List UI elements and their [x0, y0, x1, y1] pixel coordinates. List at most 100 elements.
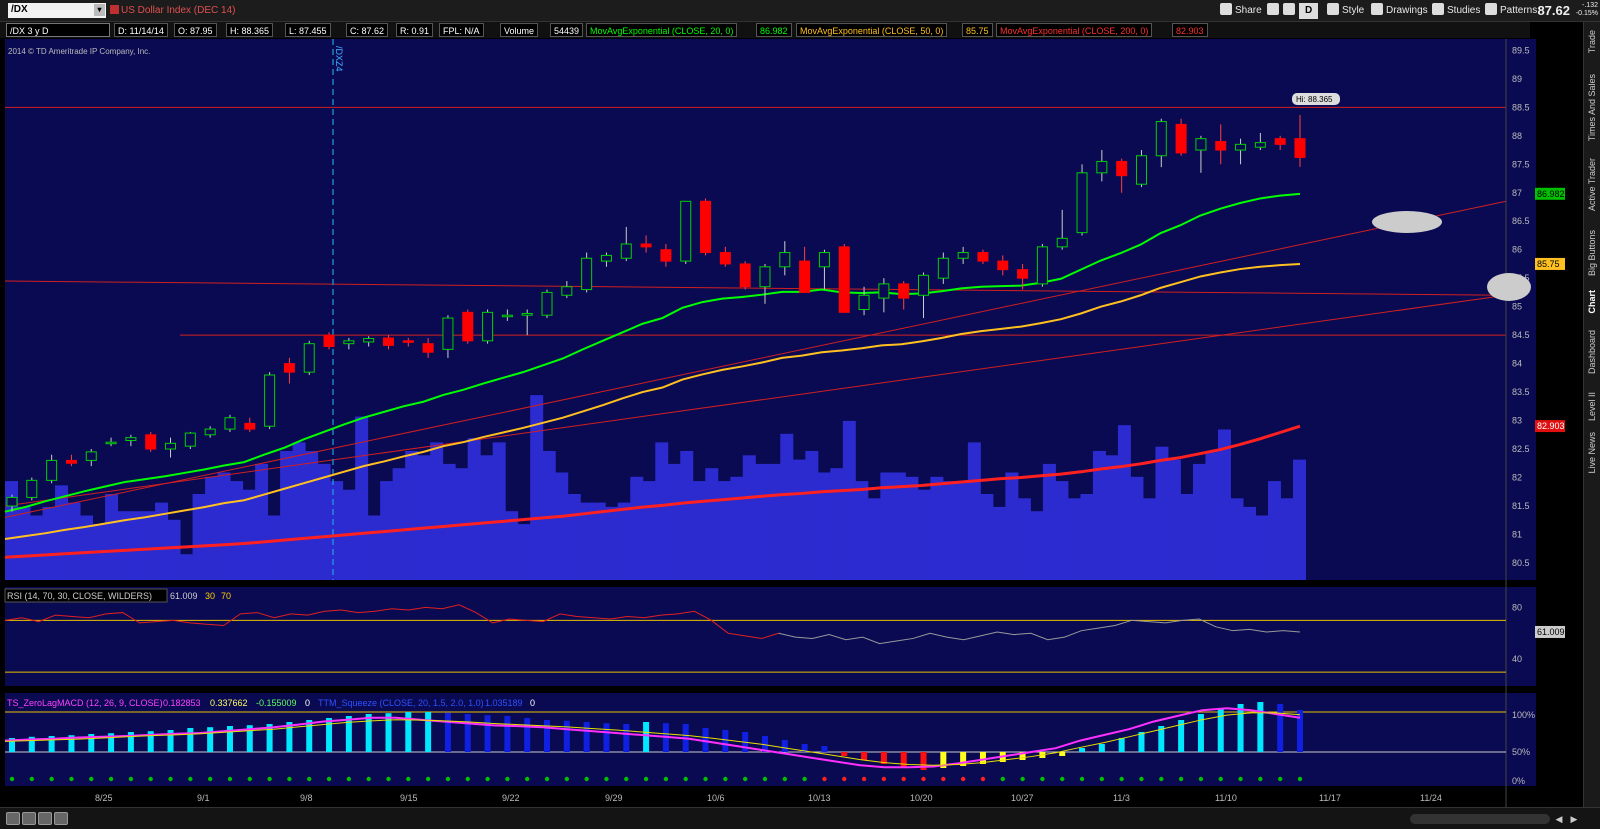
squeeze-dot: [822, 776, 827, 782]
candle-body: [264, 374, 276, 427]
zoom-out-icon[interactable]: [22, 812, 36, 825]
rsi-value: 61.009: [170, 591, 198, 601]
volume-bar: [730, 476, 744, 580]
volume-bar: [967, 442, 981, 580]
candle-body: [739, 263, 751, 288]
volume-bar: [992, 506, 1006, 580]
tab-trade[interactable]: Trade: [1587, 30, 1597, 53]
patterns-button[interactable]: Patterns: [1485, 3, 1537, 19]
drawings-button[interactable]: Drawings: [1371, 3, 1428, 19]
candle-body: [997, 260, 1009, 271]
squeeze-histogram-bar: [385, 713, 392, 752]
volume-bar: [230, 481, 244, 580]
squeeze-histogram-bar: [207, 727, 214, 752]
share-button[interactable]: Share: [1220, 3, 1262, 19]
squeeze-dot: [346, 776, 352, 782]
candle-body: [600, 254, 612, 262]
squeeze-dot: [366, 776, 371, 782]
squeeze-histogram-bar: [1138, 732, 1145, 752]
volume-bar: [980, 494, 994, 580]
tab-big-buttons[interactable]: Big Buttons: [1587, 230, 1597, 276]
volume-bar: [742, 455, 756, 580]
tab-chart[interactable]: Chart: [1587, 290, 1597, 314]
right-tab-strip: Trade Times And Sales Active Trader Big …: [1583, 22, 1600, 807]
candle-body: [977, 252, 989, 262]
crosshair-button[interactable]: [1267, 3, 1282, 19]
squeeze-dot: [1218, 776, 1223, 782]
highlight-ellipse: [1372, 211, 1442, 233]
candle-body: [1155, 121, 1167, 157]
price-tick-label: 84.5: [1512, 330, 1530, 340]
volume-bar: [817, 472, 831, 580]
candle-body: [85, 451, 97, 461]
style-button[interactable]: Style: [1327, 3, 1364, 19]
rsi-low-value: 30: [205, 591, 215, 601]
squeeze-dot: [703, 776, 708, 782]
volume-bar: [1080, 494, 1094, 580]
scroll-right-icon[interactable]: ▶: [1568, 813, 1580, 825]
candle-body: [303, 343, 315, 373]
d-button[interactable]: D: [1299, 3, 1319, 19]
candle-body: [759, 266, 771, 288]
contract-marker-label: /DXZ4: [334, 46, 344, 72]
price-tick-label: 82.5: [1512, 444, 1530, 454]
reset-zoom-icon[interactable]: [38, 812, 52, 825]
studies-label: Studies: [1447, 5, 1481, 16]
squeeze-dot: [1159, 776, 1164, 782]
squeeze-dot: [485, 776, 490, 782]
patterns-icon: [1485, 3, 1497, 15]
tab-live-news[interactable]: Live News: [1587, 432, 1597, 474]
volume-bar: [642, 481, 656, 580]
squeeze-histogram-bar: [425, 712, 432, 752]
high-label: Hi: 88.365: [1296, 95, 1333, 104]
squeeze-dot: [742, 776, 748, 782]
candle-body: [46, 459, 58, 481]
tab-active-trader[interactable]: Active Trader: [1587, 158, 1597, 211]
volume-bar: [1167, 459, 1181, 580]
rsi-axis-label: 80: [1512, 602, 1522, 612]
candle-body: [1175, 123, 1187, 154]
squeeze-dot: [1040, 776, 1045, 782]
wrench-button[interactable]: [1283, 3, 1298, 19]
squeeze-histogram-bar: [563, 720, 570, 752]
candle-body: [6, 496, 18, 507]
squeeze-histogram-bar: [444, 712, 451, 752]
share-label: Share: [1235, 5, 1262, 16]
volume-bar: [892, 472, 906, 580]
tab-dashboard[interactable]: Dashboard: [1587, 330, 1597, 374]
candle-body: [541, 291, 553, 316]
candle-body: [145, 434, 157, 450]
chart-canvas[interactable]: /DXZ4 89.58988.58887.58786.58685.58584.5…: [0, 22, 1583, 807]
volume-bar: [592, 502, 606, 580]
volume-bar: [1005, 472, 1019, 580]
rsi-high-value: 70: [221, 591, 231, 601]
volume-bar: [492, 442, 506, 580]
macd-value-3: -0.155009: [256, 698, 297, 708]
candle-body: [244, 422, 256, 430]
squeeze-dot: [1277, 776, 1283, 782]
symbol-dropdown-icon[interactable]: ▾: [94, 4, 105, 16]
volume-bar: [692, 481, 706, 580]
expand-icon[interactable]: [54, 812, 68, 825]
wrench-icon: [1283, 3, 1295, 15]
candle-body: [184, 432, 196, 447]
symbol-input[interactable]: /DX ▾: [8, 3, 106, 18]
scroll-left-icon[interactable]: ◀: [1553, 813, 1565, 825]
volume-bar: [792, 459, 806, 580]
squeeze-dot: [1119, 776, 1124, 782]
macd-axis-label: 100%: [1512, 710, 1535, 720]
studies-button[interactable]: Studies: [1432, 3, 1480, 19]
time-scrollbar-thumb[interactable]: [1410, 814, 1550, 824]
squeeze-dot: [683, 776, 688, 782]
zoom-in-icon[interactable]: [6, 812, 20, 825]
tab-level-ii[interactable]: Level II: [1587, 392, 1597, 421]
squeeze-value-2: 0: [530, 698, 535, 708]
volume-bar: [205, 476, 219, 580]
squeeze-dot: [227, 776, 233, 782]
tab-times-and-sales[interactable]: Times And Sales: [1587, 74, 1597, 141]
crosshair-icon: [1267, 3, 1279, 15]
candle-body: [1036, 246, 1048, 285]
candle-body: [442, 317, 454, 350]
candle-body: [918, 274, 930, 296]
volume-bar: [55, 485, 69, 580]
